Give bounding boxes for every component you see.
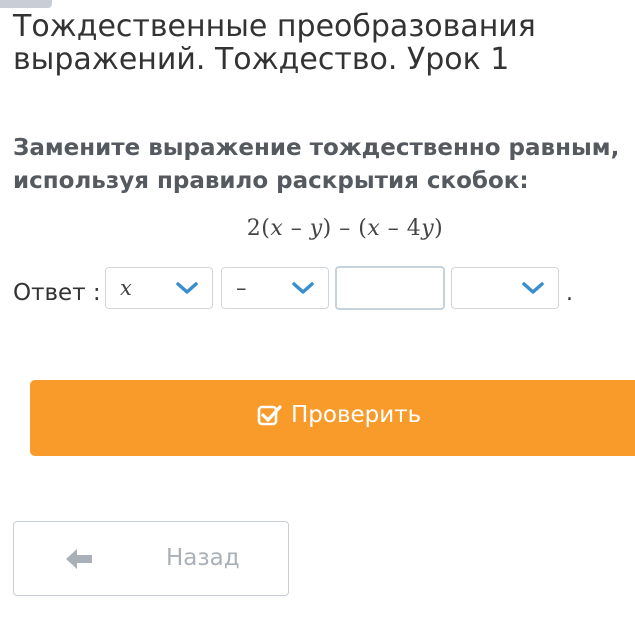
checkbox-check-icon [257,405,282,426]
answer-select-1[interactable]: x [105,267,213,309]
expr-part: – [283,216,310,241]
task-expression: 2(x – y) – (x – 4y) [0,216,635,241]
chevron-down-icon [176,282,198,294]
check-button-content: Проверить [257,402,421,428]
chevron-down-icon [522,282,544,294]
expr-part: ) [434,216,444,241]
lesson-title: Тождественные преобразования выражений. … [13,9,536,77]
select-1-value: x [120,276,132,300]
check-button-label: Проверить [291,402,422,428]
expr-var: y [421,216,435,241]
expr-part: 2( [246,216,271,241]
expr-var: y [309,216,323,241]
expr-part: – 4 [380,216,422,241]
task-question: Замените выражение тождественно равным, … [13,135,620,194]
answer-label: Ответ : [13,280,101,306]
expr-part: ) – ( [322,216,368,241]
answer-select-3[interactable] [451,267,559,309]
select-2-value: – [236,276,247,300]
answer-end-mark: . [566,281,573,306]
chevron-down-icon [292,282,314,294]
back-button-label: Назад [166,545,240,571]
answer-select-2[interactable]: – [221,267,329,309]
top-tab-indicator [0,0,52,8]
arrow-left-icon [66,549,92,569]
answer-input[interactable] [335,266,445,310]
expr-var: x [270,216,284,241]
back-button[interactable]: Назад [13,521,289,596]
check-button[interactable]: Проверить [30,380,635,456]
expr-var: x [367,216,381,241]
